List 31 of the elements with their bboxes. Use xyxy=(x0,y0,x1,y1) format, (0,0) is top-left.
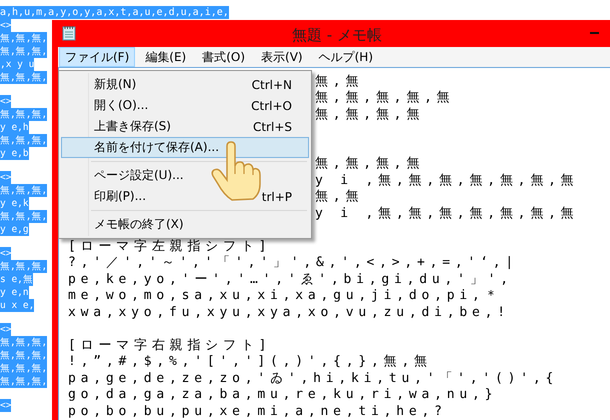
menu-entry[interactable]: 名前を付けて保存(A)... xyxy=(61,137,309,158)
menu-entry[interactable]: 開く(O)... Ctrl+O xyxy=(61,95,309,116)
text-line: y i ,無,無,無,無,無,無,無 xyxy=(315,206,578,220)
notepad-icon xyxy=(62,25,76,42)
menu-item[interactable]: ファイル(F) xyxy=(59,46,136,66)
text-line: me,wo,mo,sa,xu,xi,xa,gu,ji,do,pi,＊ xyxy=(68,288,502,303)
text-line: y i ,無,無,無,無,無,無,無 xyxy=(315,172,578,188)
menu-item[interactable]: 編集(E) xyxy=(139,46,192,66)
text-line: [ローマ字左親指シフト] xyxy=(68,238,272,254)
menu-entry[interactable]: 新規(N) Ctrl+N xyxy=(61,74,309,95)
text-line: 無,無 xyxy=(315,74,364,88)
text-line: [ローマ字右親指シフト] xyxy=(68,338,272,352)
menu-entry[interactable]: 上書き保存(S) Ctrl+S xyxy=(61,116,309,137)
menu-item[interactable]: 書式(O) xyxy=(196,46,252,66)
menu-item[interactable]: ヘルプ(H) xyxy=(312,46,379,66)
menu-entry[interactable]: ページ設定(U)... xyxy=(61,165,309,186)
text-line: 無,無 xyxy=(315,189,364,204)
text-line: 無,無,無,無 xyxy=(315,156,424,171)
menu-item[interactable]: 表示(V) xyxy=(255,46,309,66)
text-line: ?,'／','～','「','」',&,',<,>,+,=,'‘,| xyxy=(68,255,518,270)
menu-entry[interactable]: メモ帳の終了(X) xyxy=(61,214,309,235)
text-line: !,”,#,$,%,'[','](,)',{,},無,無 xyxy=(68,354,432,369)
text-line: 無,無,無,無,無 xyxy=(315,90,455,105)
text-line: 無,無,無,無 xyxy=(315,106,424,122)
text-line: xwa,xyo,fu,xyu,xya,xo,vu,zu,di,be,! xyxy=(68,304,510,320)
text-line: po,bo,bu,pu,xe,mi,a,ne,ti,he,? xyxy=(68,404,447,418)
menu-entry[interactable]: 印刷(P)... trl+P xyxy=(61,186,309,207)
text-line: pa,ge,de,ze,zo,'ゐ',hi,ki,tu,'「','()',{ xyxy=(68,370,558,386)
window-title: 無題 - メモ帳 xyxy=(292,26,382,45)
text-line: go,da,ga,za,ba,mu,re,ku,ri,wa,nu,} xyxy=(68,387,498,402)
text-line: pe,ke,yo,'ー','…','ゑ',bi,gi,du,'」', xyxy=(68,272,513,286)
